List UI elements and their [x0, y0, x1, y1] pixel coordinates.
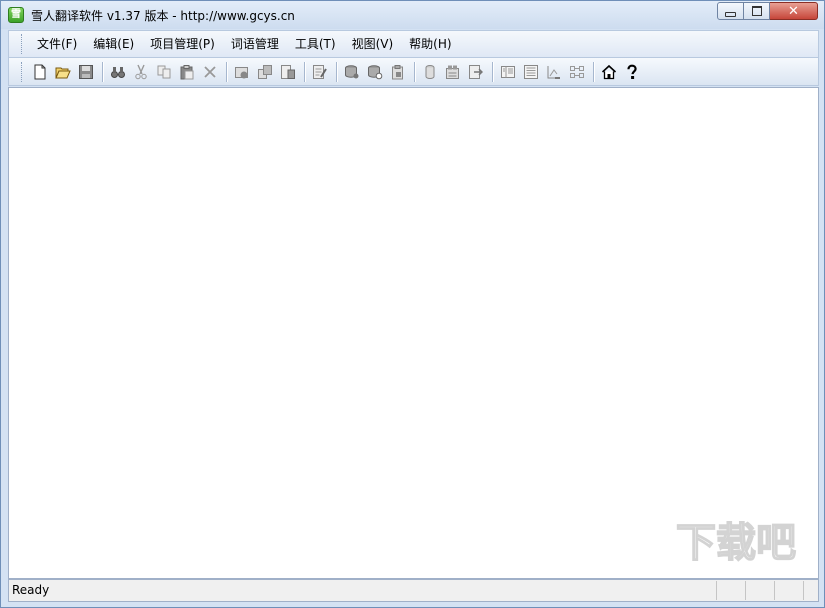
- project-new-button[interactable]: [231, 61, 253, 83]
- menu-help[interactable]: 帮助(H): [401, 34, 459, 54]
- toolbar-separator: [492, 61, 493, 82]
- menu-tools[interactable]: 工具(T): [287, 34, 344, 54]
- database-button[interactable]: [419, 61, 441, 83]
- database-icon: [425, 64, 435, 79]
- edit-document-icon: [313, 64, 327, 79]
- paste-button[interactable]: [176, 61, 198, 83]
- menu-view[interactable]: 视图(V): [344, 34, 402, 54]
- view-list-icon: [524, 64, 538, 79]
- open-button[interactable]: [52, 61, 74, 83]
- status-pane: [716, 581, 745, 600]
- toolbar-separator: [414, 61, 415, 82]
- document-area[interactable]: 下载吧: [8, 87, 819, 579]
- project-copy-icon: [258, 64, 272, 79]
- delete-button[interactable]: [199, 61, 221, 83]
- toolbar-separator: [102, 61, 103, 82]
- toolbar-separator: [593, 61, 594, 82]
- view-list-button[interactable]: [520, 61, 542, 83]
- db-clipboard-icon: [392, 64, 403, 79]
- find-icon: [111, 66, 125, 78]
- title-bar[interactable]: 雪 雪人翻译软件 v1.37 版本 - http://www.gcys.cn ✕: [1, 1, 824, 29]
- delete-icon: [204, 65, 216, 78]
- view-align-button[interactable]: [543, 61, 565, 83]
- toolbar-separator: [336, 61, 337, 82]
- save-icon: [79, 64, 93, 79]
- copy-button[interactable]: [153, 61, 175, 83]
- toolbar-gripper[interactable]: [21, 61, 25, 82]
- close-button[interactable]: ✕: [770, 2, 818, 20]
- maximize-button[interactable]: [744, 2, 770, 20]
- view-compare-button[interactable]: [566, 61, 588, 83]
- db-add-button[interactable]: [341, 61, 363, 83]
- menu-edit[interactable]: 编辑(E): [85, 34, 142, 54]
- minimize-icon: [725, 11, 736, 17]
- menu-bar: 文件(F) 编辑(E) 项目管理(P) 词语管理 工具(T) 视图(V) 帮助(…: [8, 30, 819, 58]
- toolbar-separator: [304, 61, 305, 82]
- db-add-icon: [345, 64, 359, 78]
- project-copy-button[interactable]: [254, 61, 276, 83]
- maximize-icon: [751, 6, 762, 16]
- watermark-logo: 下载吧: [676, 519, 797, 566]
- menu-terms[interactable]: 词语管理: [223, 34, 287, 54]
- menu-project[interactable]: 项目管理(P): [142, 34, 223, 54]
- insert-button[interactable]: [465, 61, 487, 83]
- project-export-button[interactable]: [277, 61, 299, 83]
- window-title: 雪人翻译软件 v1.37 版本 - http://www.gcys.cn: [31, 9, 295, 23]
- menu-file[interactable]: 文件(F): [29, 34, 85, 54]
- open-folder-icon: [55, 67, 71, 78]
- status-pane: [774, 581, 803, 600]
- menu-gripper[interactable]: [21, 34, 25, 54]
- save-button[interactable]: [75, 61, 97, 83]
- help-icon: [627, 64, 637, 79]
- view-panes-icon: [501, 65, 515, 78]
- status-bar: Ready: [8, 579, 819, 602]
- status-pane: [745, 581, 774, 600]
- find-button[interactable]: [107, 61, 129, 83]
- svg-text:下载吧: 下载吧: [676, 520, 796, 566]
- toolbar-separator: [226, 61, 227, 82]
- cut-icon: [135, 64, 147, 79]
- db-settings-button[interactable]: [364, 61, 386, 83]
- new-file-button[interactable]: [29, 61, 51, 83]
- view-compare-icon: [570, 65, 584, 78]
- caption-buttons: ✕: [717, 2, 818, 21]
- db-settings-icon: [368, 64, 383, 79]
- status-indicator-panes: [716, 581, 818, 600]
- close-icon: ✕: [788, 3, 799, 19]
- insert-icon: [469, 64, 483, 79]
- view-align-icon: [547, 65, 560, 79]
- snowman-app-icon[interactable]: 雪: [8, 7, 24, 23]
- help-button[interactable]: [621, 61, 643, 83]
- home-button[interactable]: [598, 61, 620, 83]
- status-text: Ready: [12, 583, 50, 597]
- batch-translate-icon: [446, 65, 459, 79]
- paste-icon: [180, 64, 194, 79]
- minimize-button[interactable]: [717, 2, 744, 20]
- cut-button[interactable]: [130, 61, 152, 83]
- view-panes-button[interactable]: [497, 61, 519, 83]
- app-window: 雪 雪人翻译软件 v1.37 版本 - http://www.gcys.cn ✕…: [0, 0, 825, 608]
- batch-translate-button[interactable]: [442, 61, 464, 83]
- copy-icon: [157, 65, 171, 78]
- project-export-icon: [281, 64, 295, 79]
- new-file-icon: [34, 64, 46, 79]
- home-icon: [601, 64, 617, 79]
- project-new-icon: [235, 66, 248, 78]
- toolbar: [8, 58, 819, 86]
- edit-document-button[interactable]: [309, 61, 331, 83]
- db-clipboard-button[interactable]: [387, 61, 409, 83]
- resize-grip[interactable]: [803, 581, 818, 600]
